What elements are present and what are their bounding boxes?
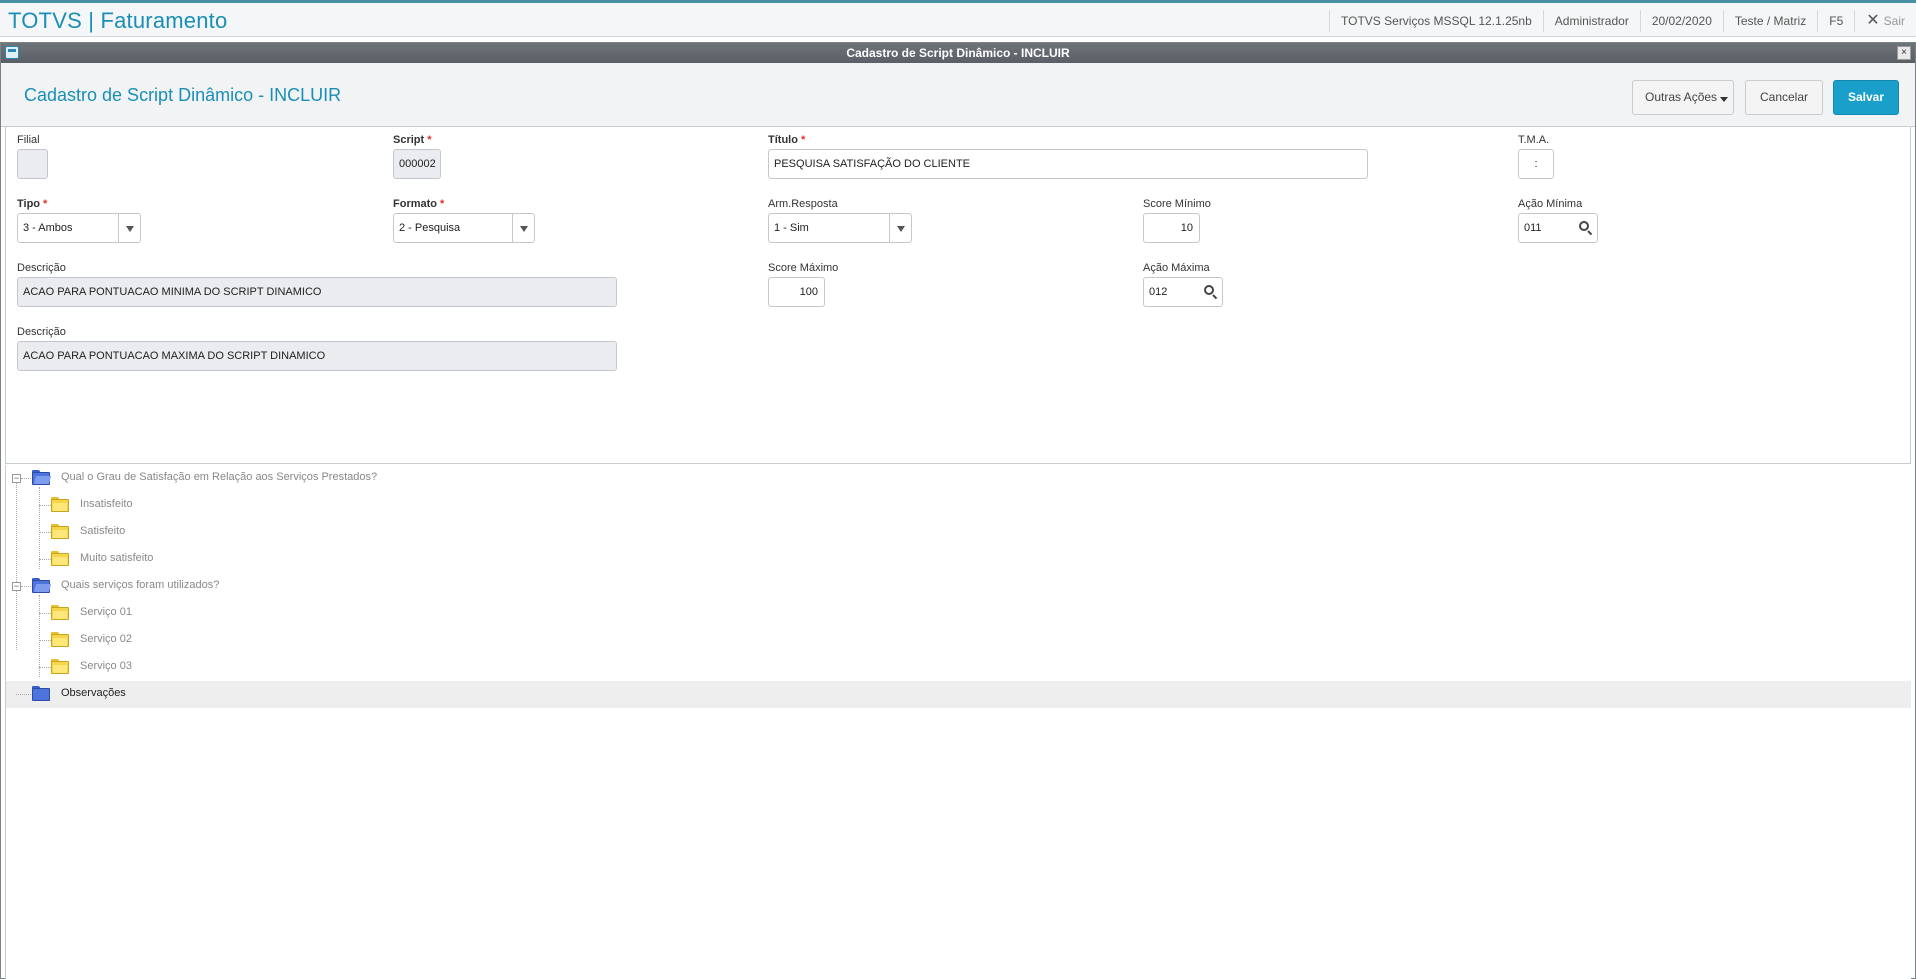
arm-resposta-label: Arm.Resposta — [768, 198, 838, 210]
arm-resposta-select[interactable]: 1 - Sim — [768, 213, 912, 243]
script-label: Script * — [393, 134, 432, 146]
tree-connector — [39, 505, 51, 506]
exit-button[interactable]: ✕ Sair — [1854, 10, 1916, 32]
collapse-icon[interactable]: − — [12, 474, 21, 483]
tree-node-label: Muito satisfeito — [80, 552, 154, 564]
company-label[interactable]: Teste / Matriz — [1722, 10, 1817, 32]
chevron-down-icon — [118, 214, 140, 242]
exit-label: Sair — [1883, 14, 1905, 28]
tree-connector — [39, 559, 51, 560]
folder-icon — [51, 605, 69, 620]
tree-node-answer[interactable]: Serviço 02 — [6, 627, 1911, 654]
acao-maxima-label: Ação Máxima — [1143, 262, 1210, 274]
script-input[interactable]: 000002 — [393, 149, 441, 179]
folder-open-icon — [32, 578, 50, 593]
folder-icon — [51, 524, 69, 539]
tree-connector — [39, 532, 51, 533]
tree-node-label: Serviço 03 — [80, 660, 132, 672]
tree-node-label: Serviço 02 — [80, 633, 132, 645]
titulo-input[interactable]: PESQUISA SATISFAÇÃO DO CLIENTE — [768, 149, 1368, 179]
window-titlebar: Cadastro de Script Dinâmico - INCLUIR × — [1, 43, 1915, 63]
tree-node-label: Insatisfeito — [80, 498, 133, 510]
search-icon[interactable] — [1579, 221, 1589, 231]
formato-value: 2 - Pesquisa — [399, 222, 461, 234]
tree-connector — [21, 478, 31, 479]
tree-node-label: Observações — [61, 687, 126, 699]
environment-label[interactable]: TOTVS Serviços MSSQL 12.1.25nb — [1329, 10, 1543, 32]
window-title: Cadastro de Script Dinâmico - INCLUIR — [846, 46, 1070, 60]
chevron-down-icon — [512, 214, 534, 242]
score-maximo-input[interactable]: 100 — [768, 277, 825, 307]
search-icon[interactable] — [1204, 285, 1214, 295]
tipo-label: Tipo * — [17, 198, 48, 210]
tma-input[interactable]: : — [1518, 149, 1554, 179]
window-close-button[interactable]: × — [1897, 46, 1911, 60]
tree-node-label: Serviço 01 — [80, 606, 132, 618]
acao-maxima-input[interactable]: 012 — [1143, 277, 1223, 307]
tree-connector — [39, 667, 51, 668]
tree-node-answer[interactable]: Satisfeito — [6, 519, 1911, 546]
chevron-down-icon — [889, 214, 911, 242]
folder-icon — [51, 497, 69, 512]
chevron-down-icon — [1720, 97, 1728, 102]
tree-node-answer[interactable]: Muito satisfeito — [6, 546, 1911, 573]
script-tree: − Qual o Grau de Satisfação em Relação a… — [5, 465, 1911, 979]
tree-node-observacoes[interactable]: Observações — [6, 681, 1911, 708]
tree-node-question[interactable]: − Qual o Grau de Satisfação em Relação a… — [6, 465, 1911, 492]
folder-icon — [51, 551, 69, 566]
acao-minima-input[interactable]: 011 — [1518, 213, 1598, 243]
page-title: Cadastro de Script Dinâmico - INCLUIR — [24, 85, 342, 105]
folder-icon — [51, 659, 69, 674]
user-label[interactable]: Administrador — [1542, 10, 1640, 32]
form-panel: Filial Script * 000002 Título * PESQUISA S… — [5, 127, 1911, 464]
score-minimo-input[interactable]: 10 — [1143, 213, 1200, 243]
tree-connector — [21, 586, 31, 587]
acao-minima-value: 011 — [1524, 222, 1542, 234]
collapse-icon[interactable]: − — [12, 582, 21, 591]
folder-open-icon — [32, 470, 50, 485]
other-actions-button[interactable]: Outras Ações — [1632, 80, 1734, 115]
score-minimo-label: Score Mínimo — [1143, 198, 1211, 210]
tipo-select[interactable]: 3 - Ambos — [17, 213, 141, 243]
tree-node-label: Quais serviços foram utilizados? — [61, 579, 220, 591]
tree-node-label: Qual o Grau de Satisfação em Relação aos… — [61, 471, 378, 483]
folder-icon — [51, 632, 69, 647]
app-title: TOTVS | Faturamento — [8, 8, 228, 33]
app-bar: TOTVS | Faturamento TOTVS Serviços MSSQL… — [0, 0, 1916, 37]
tma-label: T.M.A. — [1518, 134, 1550, 146]
page-header: Cadastro de Script Dinâmico - INCLUIR Ou… — [1, 63, 1915, 127]
tree-node-answer[interactable]: Serviço 01 — [6, 600, 1911, 627]
acao-minima-label: Ação Mínima — [1518, 198, 1583, 210]
window-icon — [5, 46, 19, 59]
tree-connector — [39, 613, 51, 614]
descricao-max-label: Descrição — [17, 326, 66, 338]
tipo-value: 3 - Ambos — [23, 222, 73, 234]
formato-label: Formato * — [393, 198, 445, 210]
descricao-max-input[interactable]: ACAO PARA PONTUACAO MAXIMA DO SCRIPT DIN… — [17, 341, 617, 371]
close-icon: ✕ — [1866, 12, 1880, 29]
formato-select[interactable]: 2 - Pesquisa — [393, 213, 535, 243]
dialog-window: Cadastro de Script Dinâmico - INCLUIR × … — [0, 42, 1916, 979]
descricao-min-input[interactable]: ACAO PARA PONTUACAO MINIMA DO SCRIPT DIN… — [17, 277, 617, 307]
tree-connector — [16, 694, 31, 695]
titulo-label: Título * — [768, 134, 806, 146]
app-info-bar: TOTVS Serviços MSSQL 12.1.25nb Administr… — [1329, 10, 1916, 32]
tree-connector — [39, 640, 51, 641]
acao-maxima-value: 012 — [1149, 286, 1168, 298]
tree-node-answer[interactable]: Serviço 03 — [6, 654, 1911, 681]
arm-resposta-value: 1 - Sim — [774, 222, 809, 234]
other-actions-label: Outras Ações — [1645, 90, 1718, 104]
folder-icon — [32, 686, 50, 701]
tree-node-answer[interactable]: Insatisfeito — [6, 492, 1911, 519]
tree-node-label: Satisfeito — [80, 525, 126, 537]
filial-input[interactable] — [17, 149, 48, 179]
tree-node-question[interactable]: − Quais serviços foram utilizados? — [6, 573, 1911, 600]
shortcut-label[interactable]: F5 — [1817, 10, 1854, 32]
filial-label: Filial — [17, 134, 40, 146]
cancel-button[interactable]: Cancelar — [1745, 80, 1823, 115]
save-button[interactable]: Salvar — [1833, 80, 1899, 115]
date-label[interactable]: 20/02/2020 — [1639, 10, 1723, 32]
descricao-min-label: Descrição — [17, 262, 66, 274]
score-maximo-label: Score Máximo — [768, 262, 839, 274]
